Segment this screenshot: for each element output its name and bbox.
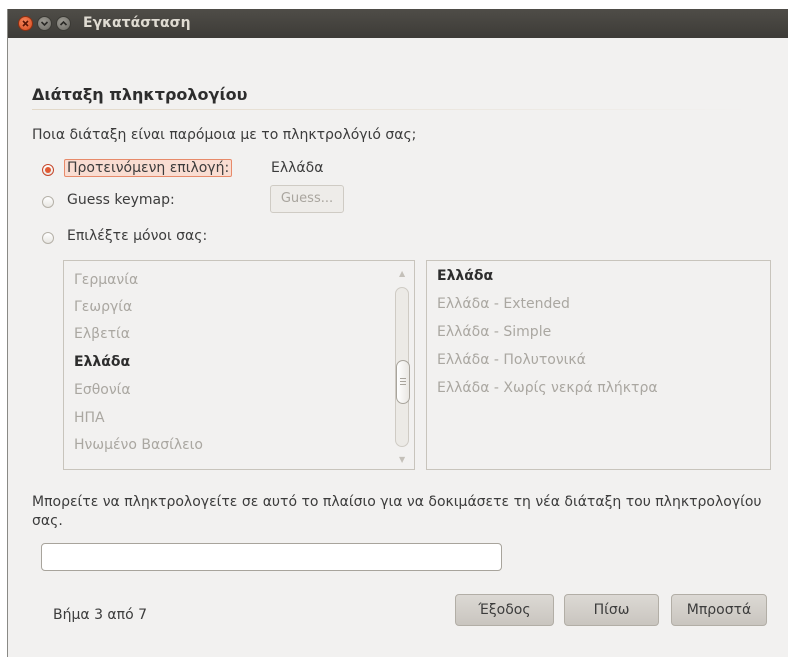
guess-keymap-radio[interactable] [42, 196, 54, 208]
choose-manually-label[interactable]: Επιλέξτε μόνοι σας: [67, 228, 207, 244]
list-item-variant[interactable]: Ελλάδα - Πολυτονικά [437, 350, 586, 370]
scrollbar-track[interactable] [395, 287, 410, 447]
scrollbar-thumb[interactable] [396, 360, 410, 404]
suggested-layout-value: Ελλάδα [271, 160, 324, 176]
suggested-option-label[interactable]: Προτεινόμενη επιλογή: [64, 159, 233, 177]
forward-button[interactable]: Μπροστά [671, 594, 767, 626]
country-list[interactable]: Γερμανία Γεωργία Ελβετία Ελλάδα Εσθονία … [63, 260, 415, 470]
scroll-down-arrow-icon[interactable]: ▼ [399, 455, 405, 464]
layout-question: Ποια διάταξη είναι παρόμοια με το πληκτρ… [32, 127, 417, 143]
suggested-radio[interactable] [42, 164, 54, 176]
grip-line [400, 381, 406, 382]
list-item-variant[interactable]: Ελλάδα - Χωρίς νεκρά πλήκτρα [437, 378, 658, 398]
close-icon[interactable] [18, 16, 33, 31]
guess-button[interactable]: Guess... [270, 185, 344, 213]
maximize-icon[interactable] [56, 16, 71, 31]
list-item-variant[interactable]: Ελλάδα - Simple [437, 322, 551, 342]
list-item-variant-selected[interactable]: Ελλάδα [437, 266, 493, 286]
list-item-country[interactable]: Ηνωμένο Βασίλειο [74, 435, 203, 455]
scroll-up-arrow-icon[interactable]: ▲ [399, 269, 405, 278]
list-item-country[interactable]: Εσθονία [74, 380, 131, 400]
list-item-country[interactable]: ΗΠΑ [74, 408, 105, 428]
layout-variant-list[interactable]: Ελλάδα Ελλάδα - Extended Ελλάδα - Simple… [426, 260, 771, 470]
list-item-country[interactable]: Γεωργία [74, 297, 132, 317]
choose-manually-radio[interactable] [42, 232, 54, 244]
step-indicator: Βήμα 3 από 7 [53, 607, 148, 623]
grip-line [400, 378, 406, 379]
grip-line [400, 384, 406, 385]
page-title: Διάταξη πληκτρολογίου [32, 85, 248, 104]
list-item-variant[interactable]: Ελλάδα - Extended [437, 294, 570, 314]
minimize-icon[interactable] [37, 16, 52, 31]
heading-divider [32, 109, 752, 110]
list-item-country[interactable]: Γερμανία [74, 270, 138, 290]
window-title: Εγκατάσταση [83, 15, 191, 31]
keyboard-test-input[interactable] [41, 543, 502, 571]
guess-keymap-label[interactable]: Guess keymap: [67, 192, 175, 208]
list-item-country-selected[interactable]: Ελλάδα [74, 352, 130, 372]
country-list-scrollbar[interactable]: ▲ ▼ [393, 269, 413, 465]
title-bar[interactable]: Εγκατάσταση [8, 9, 788, 38]
installer-window: Εγκατάσταση Διάταξη πληκτρολογίου Ποια δ… [7, 9, 788, 657]
back-button[interactable]: Πίσω [564, 594, 659, 626]
test-area-hint: Μπορείτε να πληκτρολογείτε σε αυτό το πλ… [32, 494, 762, 529]
quit-button[interactable]: Έξοδος [455, 594, 554, 626]
list-item-country[interactable]: Ελβετία [74, 324, 130, 344]
